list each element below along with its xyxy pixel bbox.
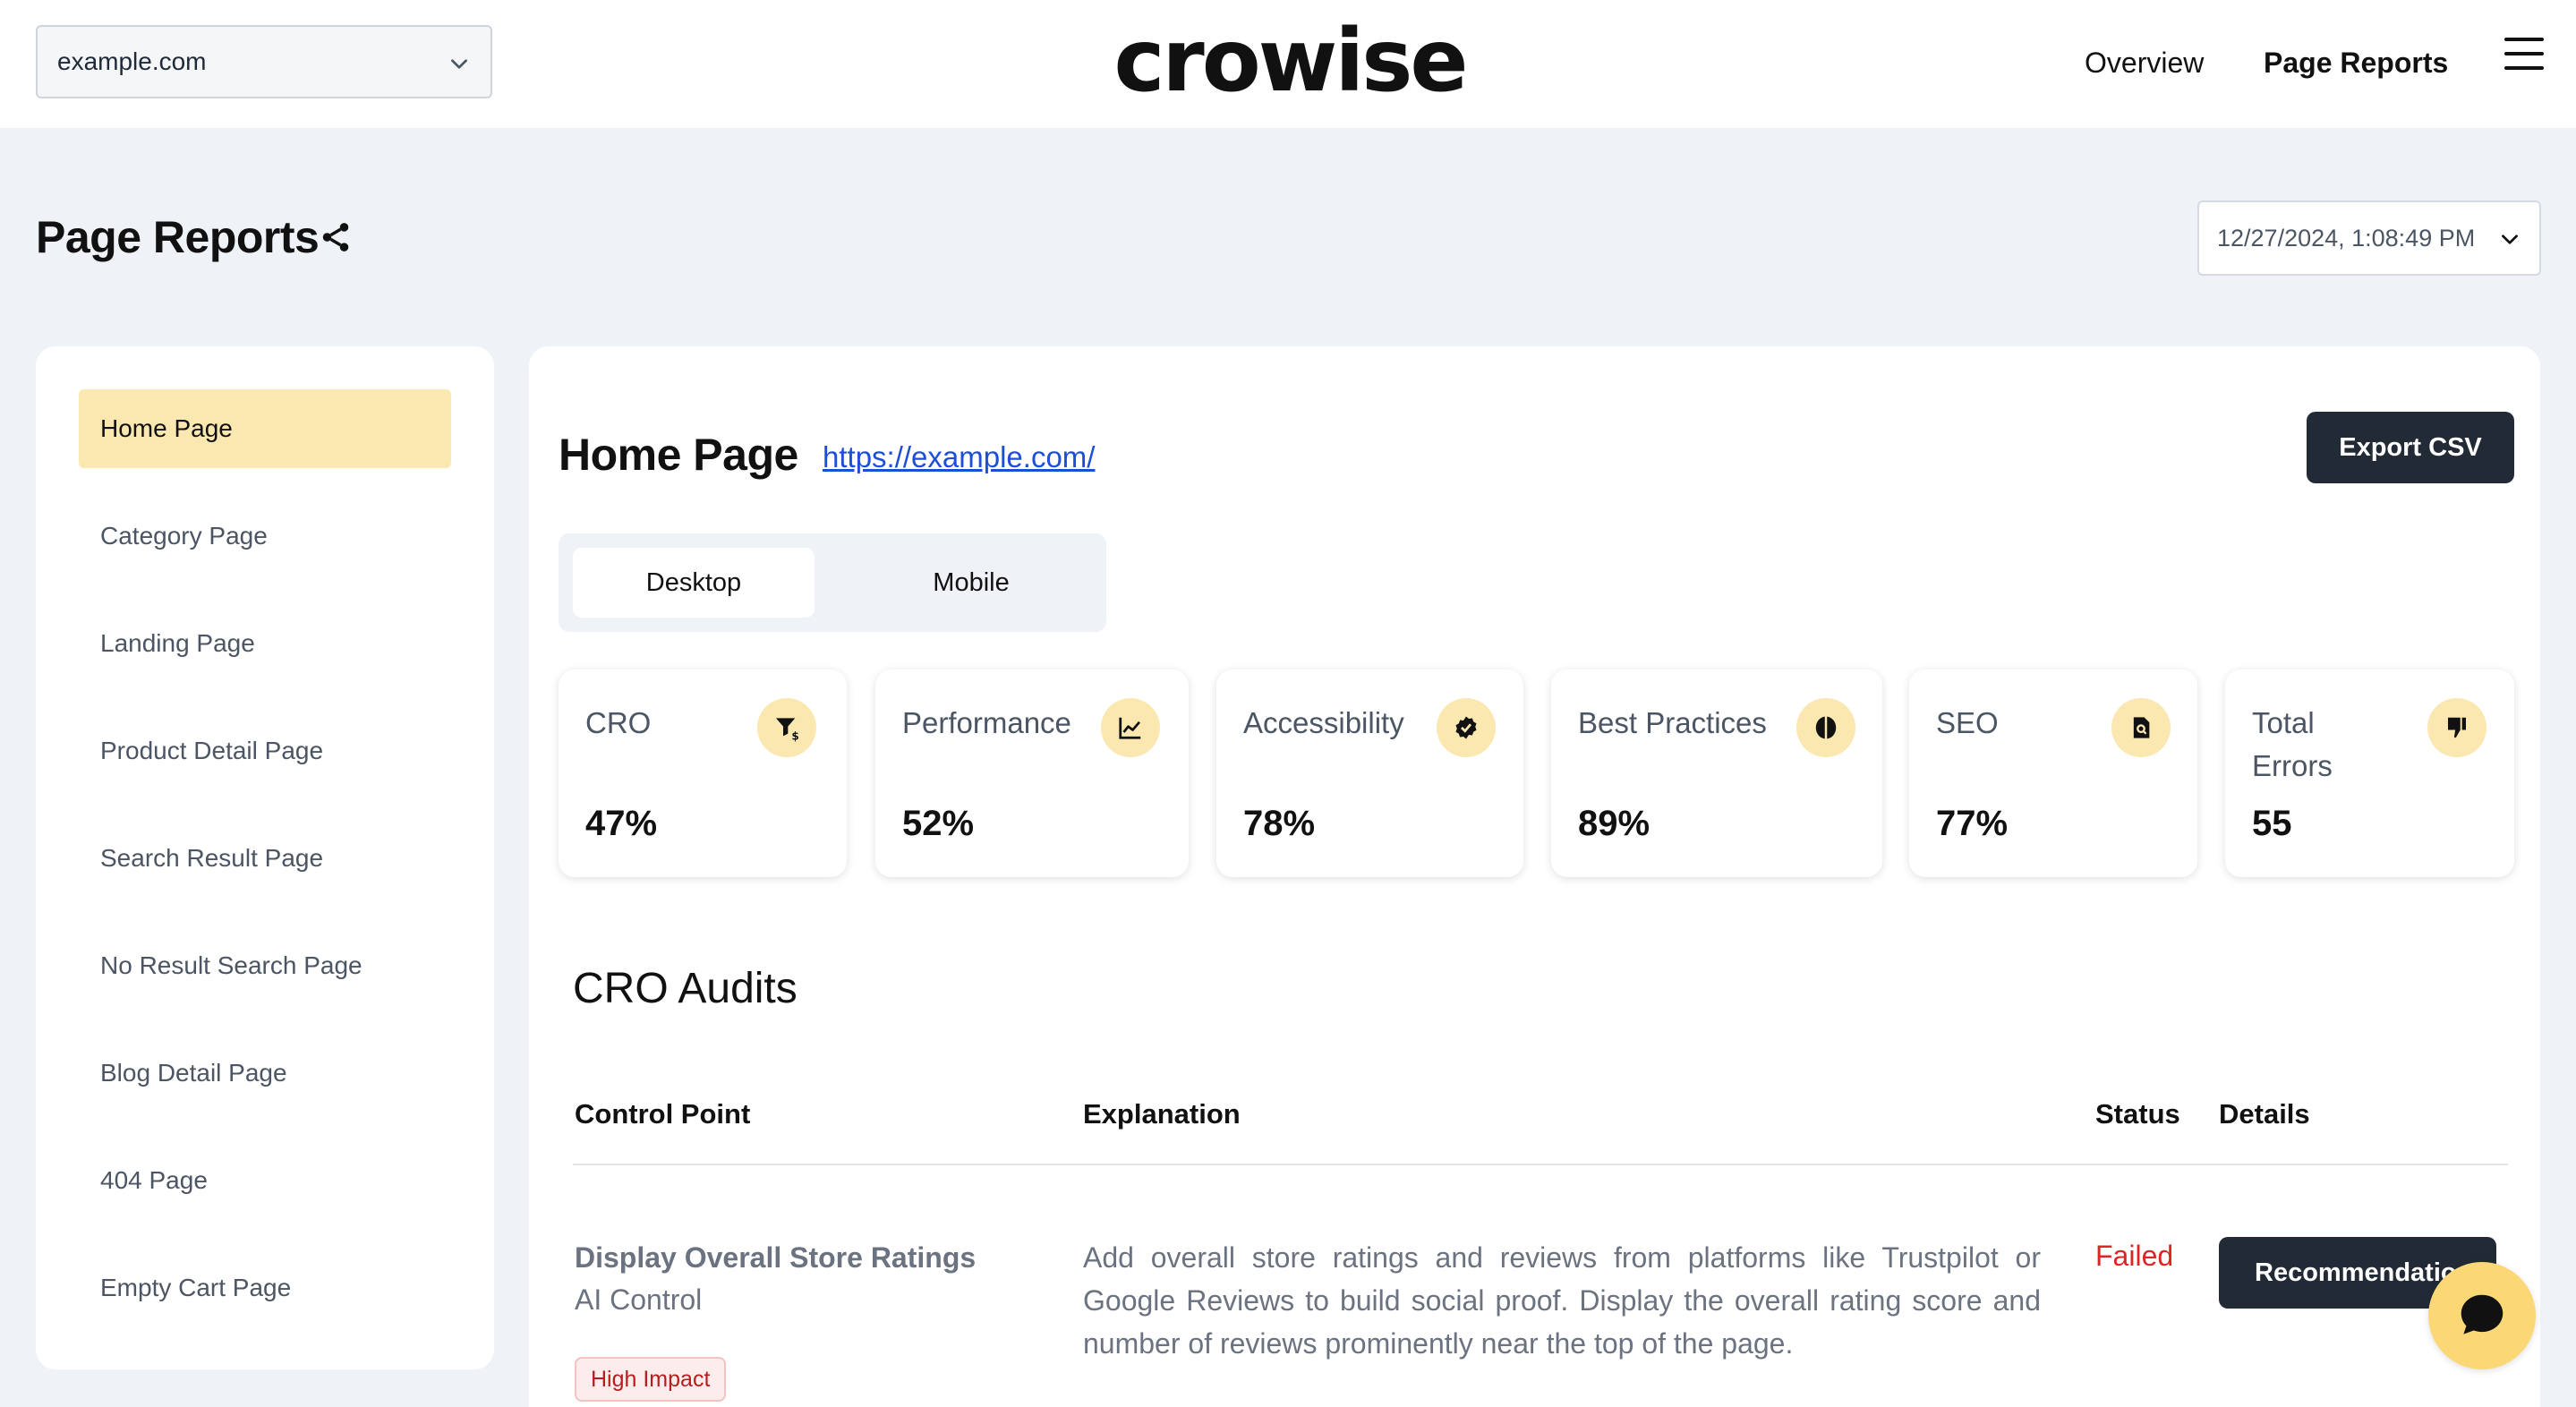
report-page-title: Home Page — [559, 430, 798, 480]
metric-label: CRO — [585, 706, 652, 739]
nav-page-reports[interactable]: Page Reports — [2264, 47, 2448, 80]
sidebar-item-search-result-page[interactable]: Search Result Page — [79, 819, 451, 898]
funnel-dollar-icon: $ — [757, 698, 816, 757]
export-csv-button[interactable]: Export CSV — [2307, 412, 2514, 483]
metric-label: Accessibility — [1243, 706, 1404, 739]
metric-label: Total Errors — [2252, 706, 2333, 782]
sidebar-item-blog-detail-page[interactable]: Blog Detail Page — [79, 1034, 451, 1113]
sidebar-item-no-result-search-page[interactable]: No Result Search Page — [79, 926, 451, 1005]
metric-label: SEO — [1936, 706, 1999, 739]
metric-card-cro: CRO $ 47% — [559, 669, 847, 877]
brain-icon — [1796, 698, 1855, 757]
column-header-status: Status — [2095, 1098, 2180, 1130]
sidebar-item-404-page[interactable]: 404 Page — [79, 1141, 451, 1220]
table-divider — [573, 1164, 2508, 1165]
metric-value: 77% — [1936, 804, 2009, 843]
column-header-details: Details — [2219, 1098, 2310, 1130]
sidebar-item-category-page[interactable]: Category Page — [79, 497, 451, 576]
chevron-down-icon — [2502, 234, 2518, 244]
metric-label: Performance — [902, 706, 1071, 739]
chat-launcher-button[interactable] — [2428, 1262, 2536, 1369]
tab-desktop[interactable]: Desktop — [573, 548, 815, 618]
report-date-value: 12/27/2024, 1:08:49 PM — [2217, 224, 2476, 252]
metric-value: 52% — [902, 804, 975, 843]
chat-bubble-icon — [2461, 1294, 2503, 1335]
metric-card-performance: Performance 52% — [875, 669, 1189, 877]
metric-value: 55 — [2252, 804, 2292, 843]
sidebar-item-empty-cart-page[interactable]: Empty Cart Page — [79, 1249, 451, 1327]
metric-card-best-practices: Best Practices 89% — [1551, 669, 1882, 877]
column-header-explanation: Explanation — [1083, 1098, 1241, 1130]
page-type-sidebar: Home Page Category Page Landing Page Pro… — [36, 346, 494, 1369]
metric-card-seo: SEO 77% — [1909, 669, 2197, 877]
cro-audits-title: CRO Audits — [573, 965, 798, 1012]
chevron-down-icon — [451, 59, 467, 69]
sidebar-item-product-detail-page[interactable]: Product Detail Page — [79, 712, 451, 790]
top-header: example.com crowise Overview Page Report… — [0, 0, 2576, 128]
site-select-value: example.com — [57, 47, 207, 75]
metric-value: 89% — [1578, 804, 1651, 843]
metric-value: 78% — [1243, 804, 1316, 843]
metric-card-total-errors: Total Errors 55 — [2225, 669, 2514, 877]
status-badge: Failed — [2095, 1240, 2174, 1272]
badge-check-icon — [1437, 698, 1496, 757]
report-page-url-link[interactable]: https://example.com/ — [823, 440, 1095, 474]
page-title: Page Reports — [36, 212, 320, 262]
chart-line-icon — [1101, 698, 1160, 757]
site-select[interactable]: example.com — [36, 25, 492, 98]
hamburger-menu-icon[interactable] — [2504, 38, 2544, 73]
column-header-control-point: Control Point — [575, 1098, 751, 1130]
report-panel: Home Page https://example.com/ Export CS… — [529, 346, 2540, 1407]
tab-mobile[interactable]: Mobile — [850, 548, 1092, 618]
report-date-select[interactable]: 12/27/2024, 1:08:49 PM — [2197, 200, 2541, 276]
metric-card-accessibility: Accessibility 78% — [1216, 669, 1523, 877]
share-icon[interactable] — [319, 220, 353, 254]
control-point-type: AI Control — [575, 1283, 703, 1316]
nav-overview[interactable]: Overview — [2085, 47, 2204, 80]
file-search-icon — [2111, 698, 2171, 757]
impact-badge: High Impact — [575, 1357, 727, 1402]
control-point-title: Display Overall Store Ratings — [575, 1241, 977, 1274]
sidebar-item-landing-page[interactable]: Landing Page — [79, 604, 451, 683]
svg-text:$: $ — [791, 729, 798, 742]
thumbs-down-icon — [2427, 698, 2486, 757]
audit-explanation: Add overall store ratings and reviews fr… — [1083, 1241, 2041, 1360]
metric-value: 47% — [585, 804, 658, 843]
sidebar-item-home-page[interactable]: Home Page — [79, 389, 451, 468]
crowise-logo[interactable]: crowise — [1108, 11, 1471, 111]
device-tabs: Desktop Mobile — [559, 533, 1106, 632]
metric-label: Best Practices — [1578, 706, 1767, 739]
